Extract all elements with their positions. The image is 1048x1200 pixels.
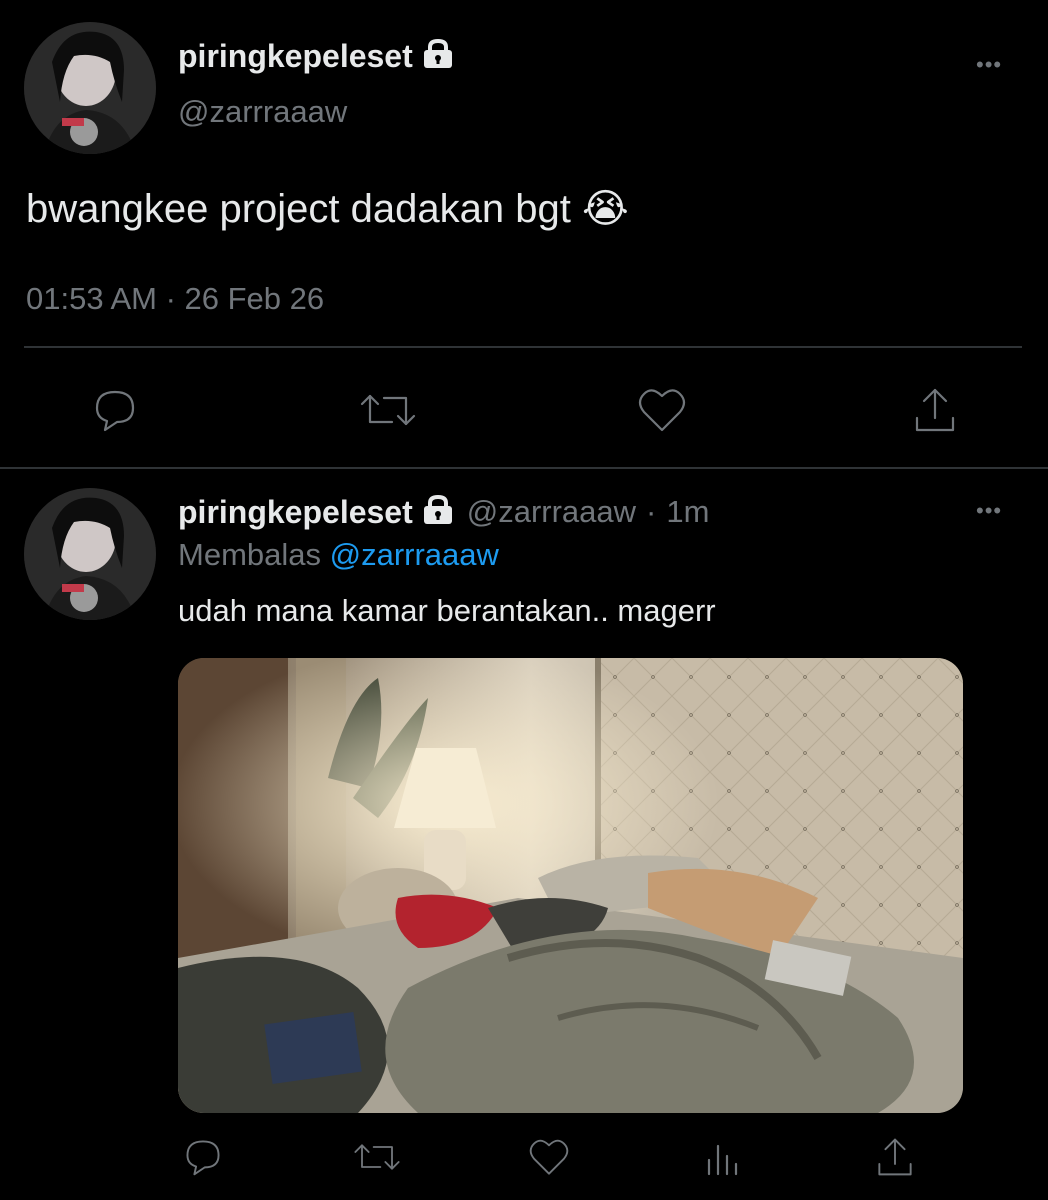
handle[interactable]: @zarrraaaw xyxy=(467,494,636,530)
retweet-icon[interactable] xyxy=(350,1136,404,1178)
reply-icon[interactable] xyxy=(88,386,142,434)
analytics-icon[interactable] xyxy=(700,1136,746,1178)
avatar[interactable] xyxy=(24,22,156,154)
handle[interactable]: @zarrraaaw xyxy=(178,94,347,130)
more-icon[interactable]: ••• xyxy=(976,52,1002,78)
like-icon[interactable] xyxy=(634,384,690,436)
retweet-icon[interactable] xyxy=(356,386,420,434)
avatar[interactable] xyxy=(24,488,156,620)
share-icon[interactable] xyxy=(910,384,960,436)
tweet-age[interactable]: 1m xyxy=(666,494,709,530)
like-icon[interactable] xyxy=(526,1136,572,1178)
tweet-image[interactable] xyxy=(178,658,963,1113)
lock-icon xyxy=(421,494,455,530)
replying-label: Membalas xyxy=(178,537,321,572)
timestamp[interactable]: 01:53 AM · 26 Feb 26 xyxy=(26,281,324,317)
share-icon[interactable] xyxy=(872,1134,918,1180)
lock-icon xyxy=(421,38,455,74)
divider xyxy=(24,346,1022,348)
tweet-text: udah mana kamar berantakan.. magerr xyxy=(178,593,716,628)
tweet-text: bwangkee project dadakan bgt 😭 xyxy=(26,187,629,231)
more-icon[interactable]: ••• xyxy=(976,498,1002,524)
display-name[interactable]: piringkepeleset xyxy=(178,38,413,75)
display-name[interactable]: piringkepeleset xyxy=(178,494,413,531)
separator: · xyxy=(646,494,657,529)
divider xyxy=(0,467,1048,469)
replying-to-link[interactable]: @zarrraaaw xyxy=(330,537,499,572)
reply-icon[interactable] xyxy=(180,1136,226,1178)
